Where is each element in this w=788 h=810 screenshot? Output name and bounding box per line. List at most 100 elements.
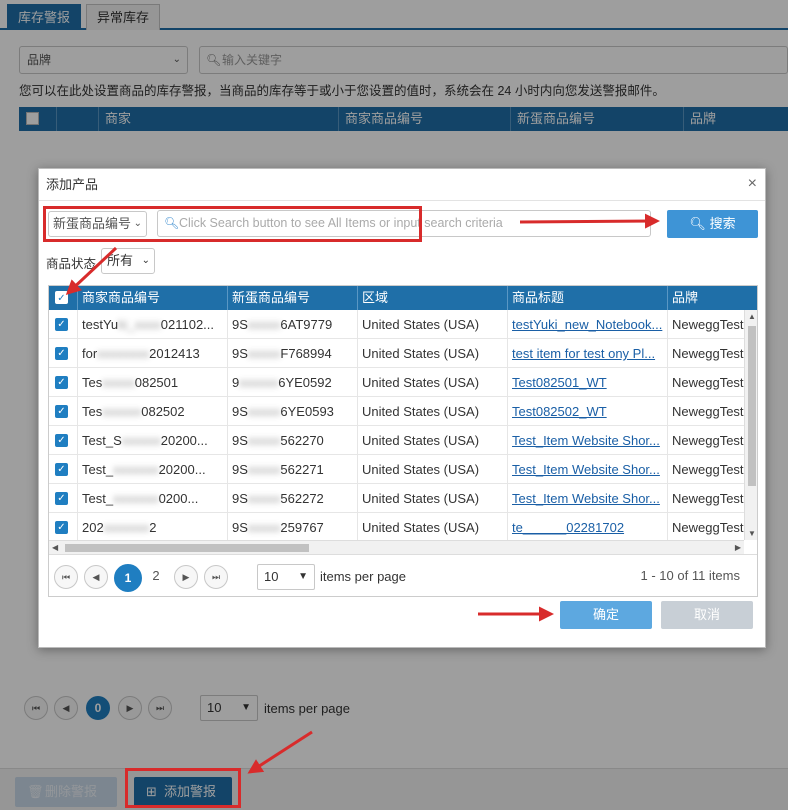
cell-seller-item-number: forxxxxxxxx2012413 — [77, 339, 227, 368]
highlight-box — [43, 206, 422, 242]
scrollbar-thumb[interactable] — [748, 326, 756, 486]
scroll-down-icon[interactable]: ▼ — [748, 529, 756, 538]
row-checkbox[interactable]: ✓ — [55, 347, 68, 360]
redacted-text: xxxxx — [247, 317, 281, 332]
cell-item-title[interactable]: Test_Item Website Shor... — [507, 484, 667, 513]
cell-region: United States (USA) — [357, 397, 507, 426]
seller-item-prefix: Test_S — [82, 433, 122, 448]
cell-brand: NeweggTest — [667, 339, 744, 368]
redacted-text: xxxxx — [247, 346, 281, 361]
cell-item-title[interactable]: Test082502_WT — [507, 397, 667, 426]
cell-item-title[interactable]: Test_Item Website Shor... — [507, 455, 667, 484]
cell-seller-item-number: Tesxxxxxx082502 — [77, 397, 227, 426]
prev-page-button[interactable]: ◀ — [84, 565, 108, 589]
cell-region: United States (USA) — [357, 513, 507, 542]
row-checkbox[interactable]: ✓ — [55, 318, 68, 331]
newegg-item-suffix: 562272 — [280, 491, 324, 506]
confirm-button[interactable]: 确定 — [560, 601, 652, 629]
page-size-value: 10 — [264, 569, 279, 584]
newegg-item-prefix: 9S — [232, 462, 248, 477]
row-checkbox[interactable]: ✓ — [55, 434, 68, 447]
table-row[interactable]: ✓ Test_xxxxxxx0200... 9Sxxxxx562272 United … — [49, 484, 744, 513]
redacted-text: xxxxxx — [121, 433, 161, 448]
redacted-text: ki_xxxx — [118, 317, 161, 332]
cell-item-title[interactable]: test item for test ony Pl... — [507, 339, 667, 368]
scroll-right-icon[interactable]: ▶ — [735, 543, 741, 552]
row-checkbox[interactable]: ✓ — [55, 521, 68, 534]
seller-item-suffix: 082502 — [141, 404, 185, 419]
redacted-text: xxxxxxx — [103, 520, 150, 535]
cell-newegg-item-number: 9xxxxxx6YE0592 — [227, 368, 357, 397]
cell-seller-item-number: Test_Sxxxxxx20200... — [77, 426, 227, 455]
column-item-title[interactable]: 商品标题 — [507, 286, 667, 310]
newegg-item-suffix: 562271 — [280, 462, 324, 477]
first-page-button[interactable]: ⏮ — [54, 565, 78, 589]
next-page-button[interactable]: ▶ — [174, 565, 198, 589]
page-2-button[interactable]: 2 — [144, 565, 168, 589]
seller-item-suffix: 2012413 — [149, 346, 200, 361]
scroll-up-icon[interactable]: ▲ — [748, 312, 756, 321]
row-checkbox[interactable]: ✓ — [55, 376, 68, 389]
redacted-text: xxxxx — [247, 491, 281, 506]
newegg-item-suffix: 6AT9779 — [280, 317, 333, 332]
status-label: 商品状态 — [46, 257, 97, 271]
region-text: United States (USA) — [362, 404, 480, 419]
column-seller-item-number[interactable]: 商家商品编号 — [77, 286, 227, 310]
row-checkbox[interactable]: ✓ — [55, 492, 68, 505]
cell-newegg-item-number: 9Sxxxxx562270 — [227, 426, 357, 455]
select-all-checkbox[interactable]: ✓ — [55, 291, 68, 304]
table-row[interactable]: ✓ Test_Sxxxxxx20200... 9Sxxxxx562270 United… — [49, 426, 744, 455]
table-row[interactable]: ✓ Tesxxxxx082501 9xxxxxx6YE0592 United Stat… — [49, 368, 744, 397]
scroll-left-icon[interactable]: ◀ — [52, 543, 58, 552]
table-row[interactable]: ✓ Tesxxxxxx082502 9Sxxxxx6YE0593 United Sta… — [49, 397, 744, 426]
brand-text: NeweggTest — [672, 462, 744, 477]
seller-item-suffix: 021102... — [160, 317, 215, 332]
redacted-text: xxxxxx — [239, 375, 279, 390]
newegg-item-suffix: F768994 — [280, 346, 332, 361]
item-title-link: Test082501_WT — [512, 375, 607, 390]
page-size-select[interactable]: 10 ▼ — [257, 564, 315, 590]
row-checkbox[interactable]: ✓ — [55, 405, 68, 418]
seller-item-suffix: 082501 — [134, 375, 179, 390]
chevron-down-icon: ▼ — [298, 571, 308, 582]
vertical-scrollbar[interactable]: ▲ ▼ — [744, 310, 757, 540]
cell-item-title[interactable]: Test_Item Website Shor... — [507, 426, 667, 455]
table-row[interactable]: ✓ 202xxxxxxx2 9Sxxxxx259767 United States (… — [49, 513, 744, 542]
table-row[interactable]: ✓ testYuki_xxxx021102... 9Sxxxxx6AT9779 Uni… — [49, 310, 744, 339]
page-1-button[interactable]: 1 — [114, 564, 142, 592]
newegg-item-prefix: 9S — [232, 317, 248, 332]
dialog-title: 添加产品 × — [39, 169, 765, 201]
horizontal-scrollbar[interactable]: ◀ ▶ — [49, 540, 744, 554]
seller-item-prefix: Tes — [82, 375, 103, 390]
scrollbar-thumb[interactable] — [65, 544, 309, 552]
cancel-button[interactable]: 取消 — [661, 601, 753, 629]
region-text: United States (USA) — [362, 346, 480, 361]
chevron-down-icon: ⌄ — [141, 255, 150, 266]
close-icon[interactable]: × — [748, 169, 757, 199]
column-region[interactable]: 区域 — [357, 286, 507, 310]
table-row[interactable]: ✓ Test_xxxxxxx20200... 9Sxxxxx562271 United… — [49, 455, 744, 484]
cell-seller-item-number: Test_xxxxxxx0200... — [77, 484, 227, 513]
last-page-button[interactable]: ⏭ — [204, 565, 228, 589]
table-row[interactable]: ✓ forxxxxxxxx2012413 9SxxxxxF768994 United … — [49, 339, 744, 368]
cell-brand: NeweggTest — [667, 310, 744, 339]
column-brand[interactable]: 品牌 — [667, 286, 744, 310]
brand-text: NeweggTest — [672, 520, 744, 535]
cell-newegg-item-number: 9Sxxxxx6AT9779 — [227, 310, 357, 339]
item-count: 1 - 10 of 11 items — [640, 568, 740, 583]
status-select[interactable]: 所有 ⌄ — [101, 248, 155, 274]
cell-brand: NeweggTest — [667, 484, 744, 513]
cell-item-title[interactable]: testYuki_new_Notebook... — [507, 310, 667, 339]
search-button[interactable]: 🔍︎ 搜索 — [667, 210, 758, 238]
redacted-text: xxxxx — [247, 404, 281, 419]
dialog-title-text: 添加产品 — [46, 177, 99, 192]
region-text: United States (USA) — [362, 462, 480, 477]
item-title-link: Test082502_WT — [512, 404, 607, 419]
newegg-item-suffix: 6YE0593 — [280, 404, 334, 419]
cell-item-title[interactable]: Test082501_WT — [507, 368, 667, 397]
cell-region: United States (USA) — [357, 310, 507, 339]
column-newegg-item-number[interactable]: 新蛋商品编号 — [227, 286, 357, 310]
cell-item-title[interactable]: te______02281702 — [507, 513, 667, 542]
newegg-item-prefix: 9S — [232, 346, 248, 361]
row-checkbox[interactable]: ✓ — [55, 463, 68, 476]
